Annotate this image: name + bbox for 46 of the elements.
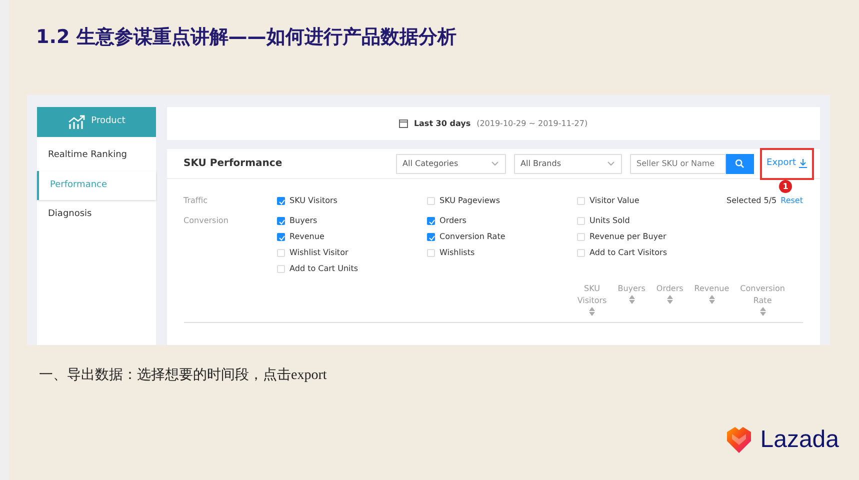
date-range-label[interactable]: Last 30 days xyxy=(414,118,471,130)
checkbox-label[interactable]: Visitor Value xyxy=(590,195,640,207)
bar-chart-icon xyxy=(67,115,86,129)
metric-group-label: Conversion xyxy=(184,215,230,227)
checkbox[interactable] xyxy=(276,233,285,241)
checkbox[interactable] xyxy=(276,217,285,225)
checkbox-label[interactable]: Wishlist Visitor xyxy=(290,247,348,259)
checkbox[interactable] xyxy=(276,197,285,205)
sort-icon xyxy=(760,307,766,316)
search-button[interactable] xyxy=(726,154,754,174)
sidebar-item[interactable]: Realtime Ranking xyxy=(37,141,156,170)
step-number-marker: 1 xyxy=(779,180,792,193)
checkbox-label[interactable]: Add to Cart Visitors xyxy=(590,247,667,259)
sort-icon xyxy=(666,295,673,304)
date-range-text: (2019-10-29 ~ 2019-11-27) xyxy=(476,118,588,130)
checkbox-label[interactable]: Add to Cart Units xyxy=(290,263,358,275)
checkbox[interactable] xyxy=(426,217,435,225)
slide-title: 1.2 生意参谋重点讲解——如何进行产品数据分析 xyxy=(35,25,458,50)
calendar-icon xyxy=(398,119,408,128)
sort-icon xyxy=(708,295,715,304)
chevron-down-icon xyxy=(490,161,499,166)
checkbox-label[interactable]: Wishlists xyxy=(440,247,475,259)
checkbox-label[interactable]: Units Sold xyxy=(590,215,630,227)
checkbox-label[interactable]: SKU Pageviews xyxy=(440,195,500,207)
checkbox-label[interactable]: Revenue xyxy=(290,231,324,243)
search-field[interactable]: Seller SKU or Name xyxy=(630,154,726,174)
sort-icon xyxy=(628,295,635,304)
chevron-down-icon xyxy=(606,161,615,166)
caption: 一、导出数据：选择想要的时间段，点击export xyxy=(38,366,328,385)
checkbox-label[interactable]: Revenue per Buyer xyxy=(590,231,666,243)
checkbox-label[interactable]: Buyers xyxy=(290,215,318,227)
checkbox[interactable] xyxy=(426,233,435,241)
brand-select[interactable]: All Brands xyxy=(514,154,622,174)
selected-count: Selected 5/5 xyxy=(726,195,777,207)
panel-title: SKU Performance xyxy=(184,157,282,171)
checkbox-label[interactable]: SKU Visitors xyxy=(290,195,338,207)
checkbox-label[interactable]: Conversion Rate xyxy=(440,231,506,243)
sidebar-item[interactable]: Diagnosis xyxy=(37,200,156,230)
brand-logo-text: Lazada xyxy=(760,425,839,455)
sort-icon xyxy=(589,307,596,316)
metric-group-label: Traffic xyxy=(184,195,209,207)
sidebar-title: Product xyxy=(91,115,126,128)
search-icon xyxy=(735,159,744,168)
download-icon xyxy=(799,159,807,168)
checkbox-label[interactable]: Orders xyxy=(440,215,466,227)
category-select[interactable]: All Categories xyxy=(396,154,506,174)
